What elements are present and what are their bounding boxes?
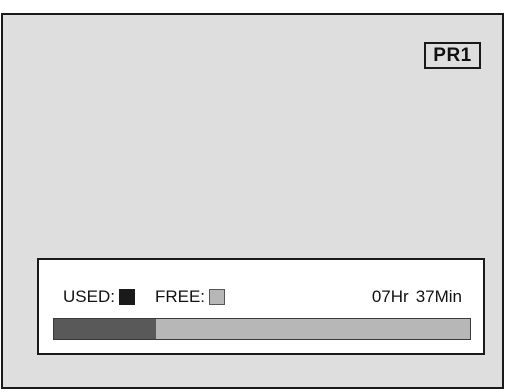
usage-bar-used <box>54 319 156 339</box>
remaining-time: 07Hr 37Min <box>372 286 462 308</box>
channel-indicator: PR1 <box>424 42 481 69</box>
usage-legend: USED: FREE: <box>63 286 226 308</box>
osd-screen: PR1 USED: FREE: 07Hr 37Min <box>1 13 504 389</box>
usage-bar <box>53 318 471 340</box>
used-swatch-icon <box>118 289 135 305</box>
disc-usage-panel: USED: FREE: 07Hr 37Min <box>37 258 485 355</box>
used-label: USED: <box>63 287 115 306</box>
free-label: FREE: <box>154 287 206 306</box>
free-swatch-icon <box>209 289 226 305</box>
remaining-hours: 07Hr <box>371 287 409 306</box>
remaining-minutes: 37Min <box>415 287 462 306</box>
